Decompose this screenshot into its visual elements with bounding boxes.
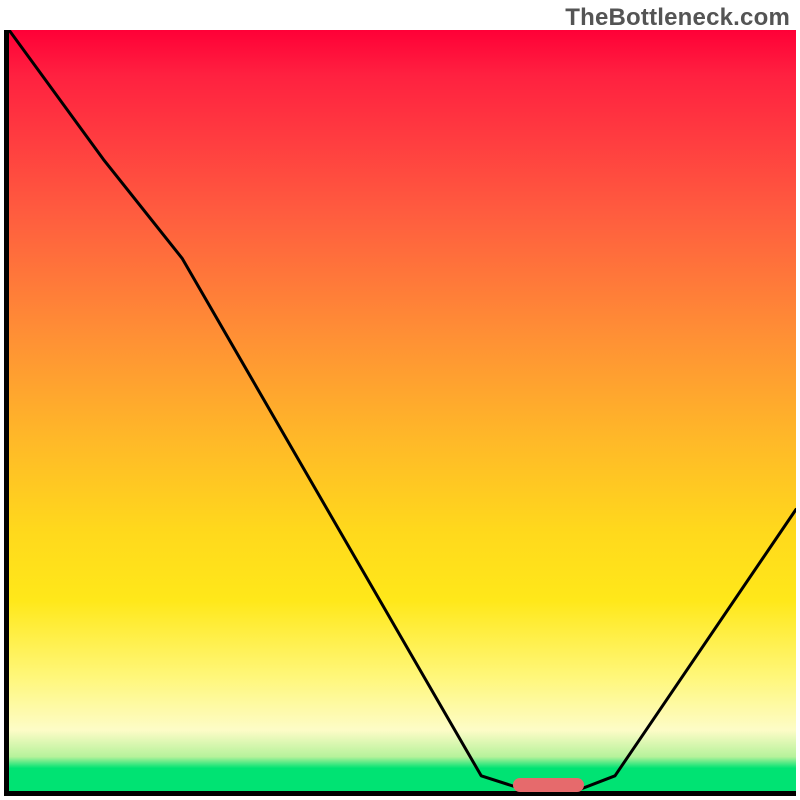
chart-canvas: TheBottleneck.com [0, 0, 800, 800]
watermark-text: TheBottleneck.com [565, 4, 790, 32]
optimal-range-marker [513, 778, 584, 792]
plot-area [4, 30, 796, 796]
bottleneck-curve [9, 30, 796, 791]
